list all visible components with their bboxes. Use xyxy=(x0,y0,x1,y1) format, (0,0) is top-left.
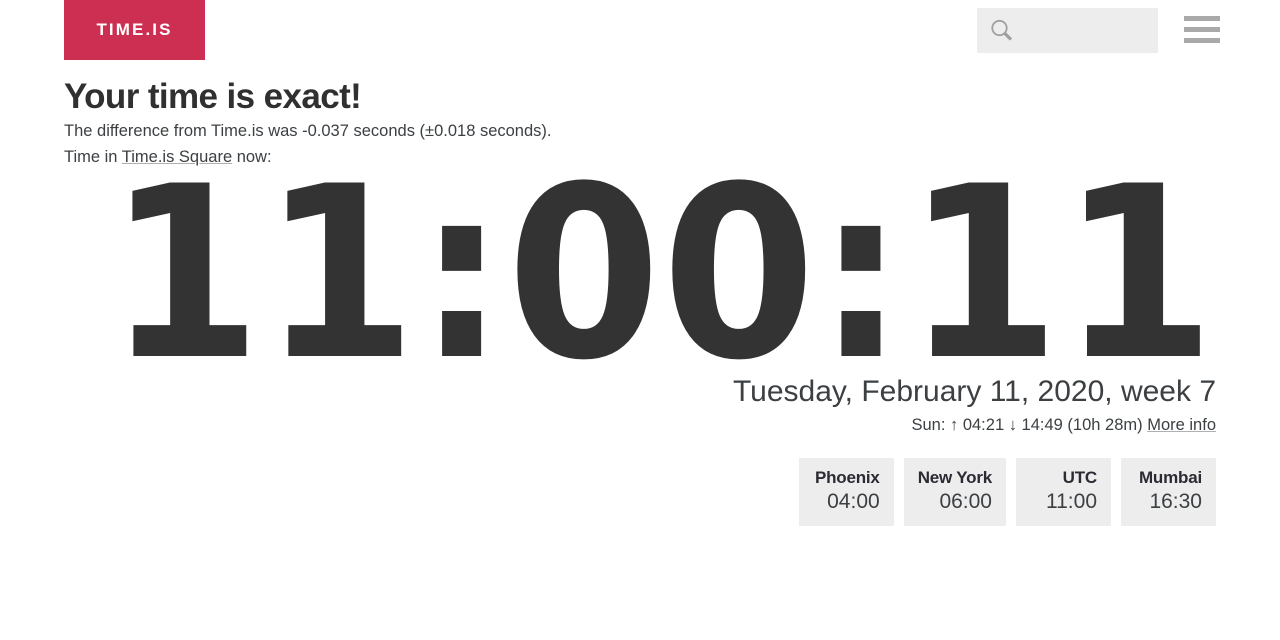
city-times-list: Phoenix 04:00 New York 06:00 UTC 11:00 M… xyxy=(0,458,1216,526)
current-date: Tuesday, February 11, 2020, week 7 xyxy=(732,375,1216,408)
city-box-mumbai[interactable]: Mumbai 16:30 xyxy=(1121,458,1216,526)
city-time: 16:30 xyxy=(1149,490,1202,513)
city-time: 04:00 xyxy=(827,490,880,513)
city-name: Phoenix xyxy=(814,468,880,487)
logo-text: TIME.IS xyxy=(96,20,173,39)
hamburger-menu-icon[interactable] xyxy=(1184,16,1220,44)
city-name: New York xyxy=(917,468,993,487)
city-box-phoenix[interactable]: Phoenix 04:00 xyxy=(798,458,894,526)
city-box-new-york[interactable]: New York 06:00 xyxy=(903,458,1006,526)
sun-times-text: Sun: ↑ 04:21 ↓ 14:49 (10h 28m) xyxy=(911,416,1143,434)
sun-info: Sun: ↑ 04:21 ↓ 14:49 (10h 28m) More info xyxy=(0,416,1216,435)
search-box[interactable] xyxy=(977,8,1158,53)
hamburger-bar-3 xyxy=(1184,38,1220,43)
site-header: TIME.IS xyxy=(0,0,1280,60)
city-time: 11:00 xyxy=(1046,490,1097,513)
city-box-utc[interactable]: UTC 11:00 xyxy=(1016,458,1111,526)
search-icon xyxy=(991,19,1013,41)
city-name: UTC xyxy=(1062,468,1098,487)
main-clock: 11:00:11 xyxy=(107,136,1217,413)
page-title: Your time is exact! xyxy=(64,77,362,116)
search-input[interactable] xyxy=(1019,21,1148,40)
hamburger-bar-2 xyxy=(1184,27,1220,32)
hamburger-bar-1 xyxy=(1184,16,1220,21)
city-time: 06:00 xyxy=(939,490,992,513)
more-info-link[interactable]: More info xyxy=(1147,416,1216,434)
city-name: Mumbai xyxy=(1138,468,1202,487)
site-logo[interactable]: TIME.IS xyxy=(64,0,205,60)
